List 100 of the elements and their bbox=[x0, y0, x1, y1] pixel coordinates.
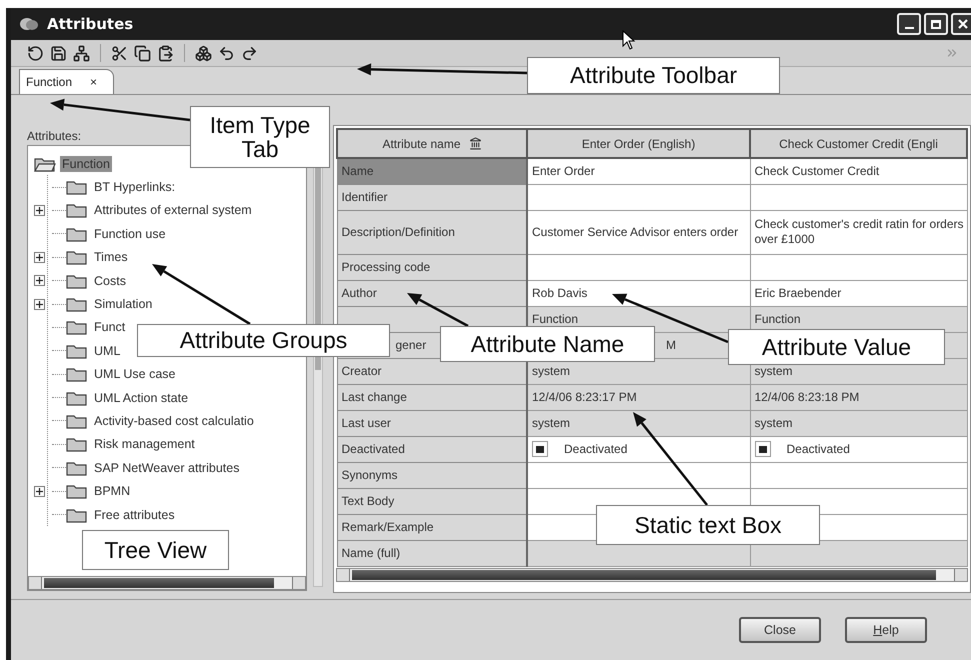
attribute-value-cell[interactable]: Eric Braebender bbox=[750, 280, 967, 306]
expand-toggle[interactable] bbox=[34, 252, 45, 263]
boxes-icon[interactable] bbox=[195, 44, 212, 62]
expand-toggle[interactable] bbox=[34, 486, 45, 497]
close-dialog-button[interactable]: Close bbox=[739, 617, 821, 643]
tree-item[interactable]: Risk management bbox=[92, 436, 197, 452]
tree-item[interactable]: SAP NetWeaver attributes bbox=[92, 460, 242, 476]
annotation-tooltip: Item Type Tab bbox=[190, 106, 330, 168]
cut-icon[interactable] bbox=[111, 44, 128, 62]
folder-icon bbox=[66, 272, 88, 289]
tree-item[interactable]: UML Use case bbox=[92, 366, 178, 382]
redo-icon[interactable] bbox=[241, 44, 258, 62]
attribute-value-cell[interactable] bbox=[527, 462, 750, 488]
attribute-value-cell[interactable] bbox=[750, 254, 967, 280]
annotation-tooltip: Attribute Value bbox=[728, 329, 945, 365]
attribute-value-cell[interactable]: Check customer's credit ratin for orders over £1000 bbox=[750, 210, 967, 254]
folder-icon bbox=[66, 296, 88, 312]
tree-item[interactable]: Times bbox=[92, 249, 130, 266]
attribute-name-cell[interactable]: Last user bbox=[337, 410, 527, 436]
attribute-name-cell[interactable]: Remark/Example bbox=[337, 514, 527, 540]
network-icon[interactable] bbox=[73, 44, 90, 62]
folder-icon bbox=[66, 390, 88, 406]
tree-item[interactable]: Simulation bbox=[92, 296, 154, 312]
folder-icon bbox=[66, 436, 88, 452]
tab[interactable]: Function × bbox=[19, 69, 114, 94]
attribute-name-cell[interactable]: Deactivated bbox=[337, 436, 527, 462]
close-icon bbox=[958, 19, 968, 29]
attribute-name-cell[interactable]: Creator bbox=[337, 358, 527, 384]
tree-item[interactable]: Attributes of external system bbox=[92, 202, 254, 218]
folder-icon bbox=[66, 342, 88, 359]
checkbox[interactable] bbox=[532, 441, 548, 457]
checkbox-label: Deactivated bbox=[786, 442, 850, 456]
maximize-button[interactable] bbox=[924, 13, 948, 35]
tree-item[interactable]: Free attributes bbox=[92, 506, 177, 523]
attribute-value-cell[interactable] bbox=[527, 184, 750, 210]
paste-icon[interactable] bbox=[157, 44, 174, 62]
column-header[interactable]: Check Customer Credit (Engli bbox=[750, 129, 967, 158]
undo-icon[interactable] bbox=[218, 44, 235, 62]
tree-item[interactable]: Function use bbox=[92, 226, 168, 242]
checkbox[interactable] bbox=[754, 441, 770, 457]
help-button[interactable]: Help bbox=[845, 617, 927, 643]
minimize-button[interactable] bbox=[897, 13, 921, 35]
horizontal-scrollbar[interactable] bbox=[336, 568, 968, 582]
tree-item[interactable]: Activity-based cost calculatio bbox=[92, 412, 256, 429]
folder-icon bbox=[66, 460, 88, 476]
annotation-tooltip: Attribute Groups bbox=[137, 324, 390, 357]
expand-toggle[interactable] bbox=[34, 204, 45, 216]
expand-toggle[interactable] bbox=[34, 298, 45, 310]
attribute-name-cell[interactable]: Name bbox=[337, 158, 527, 184]
folder-icon bbox=[66, 483, 88, 500]
tree-item[interactable]: UML Action state bbox=[92, 390, 190, 406]
checkbox-label: Deactivated bbox=[564, 442, 628, 456]
folder-icon bbox=[66, 202, 88, 218]
tree-item[interactable]: Funct bbox=[92, 319, 128, 336]
attribute-name-cell[interactable]: Text Body bbox=[337, 488, 527, 514]
folder-icon bbox=[66, 506, 88, 523]
folder-icon bbox=[66, 226, 88, 242]
folder-icon bbox=[66, 179, 88, 196]
tab-close[interactable]: × bbox=[90, 75, 98, 89]
tree-item[interactable]: Function bbox=[60, 156, 112, 172]
attribute-name-cell[interactable]: Synonyms bbox=[337, 462, 527, 488]
column-header[interactable]: Attribute name bbox=[337, 129, 527, 158]
horizontal-scrollbar[interactable] bbox=[28, 576, 306, 590]
attribute-value-cell: system bbox=[750, 410, 967, 436]
refresh-icon[interactable] bbox=[27, 44, 44, 62]
annotation-tooltip: Attribute Toolbar bbox=[527, 57, 780, 94]
attribute-name-cell[interactable]: Author bbox=[337, 280, 527, 306]
folder-icon bbox=[66, 249, 88, 266]
folder-icon bbox=[66, 366, 88, 382]
column-header[interactable]: Enter Order (English) bbox=[527, 129, 750, 158]
tree-item[interactable]: UML bbox=[92, 342, 122, 359]
attribute-name-cell[interactable]: Identifier bbox=[337, 184, 527, 210]
attribute-value-cell[interactable] bbox=[750, 462, 967, 488]
attribute-value-cell[interactable]: Rob Davis bbox=[527, 280, 750, 306]
folder-icon bbox=[66, 412, 88, 429]
attribute-value-cell[interactable]: Check Customer Credit bbox=[750, 158, 967, 184]
attribute-name-cell[interactable]: Name (full) bbox=[337, 540, 527, 566]
landmark-icon bbox=[468, 136, 482, 150]
close-button[interactable] bbox=[951, 13, 971, 35]
attribute-name-cell[interactable]: Processing code bbox=[337, 254, 527, 280]
attribute-value-cell[interactable]: Enter Order bbox=[527, 158, 750, 184]
cursor-icon bbox=[622, 30, 636, 50]
copy-icon[interactable] bbox=[134, 44, 151, 62]
tree-item[interactable]: BPMN bbox=[92, 483, 132, 500]
tree-item[interactable]: Costs bbox=[92, 272, 128, 289]
attribute-value-cell: 12/4/06 8:23:18 PM bbox=[750, 384, 967, 410]
attribute-value-cell: system bbox=[527, 410, 750, 436]
save-icon[interactable] bbox=[50, 44, 67, 62]
open-folder-icon bbox=[34, 156, 56, 172]
attribute-value-cell[interactable]: Customer Service Advisor enters order bbox=[527, 210, 750, 254]
attribute-name-cell[interactable]: Description/Definition bbox=[337, 210, 527, 254]
attribute-value-cell[interactable]: Deactivated bbox=[750, 436, 967, 462]
tree-item[interactable]: BT Hyperlinks: bbox=[92, 179, 178, 196]
attribute-value-cell[interactable] bbox=[527, 254, 750, 280]
attribute-value-cell[interactable]: Deactivated bbox=[527, 436, 750, 462]
folder-icon bbox=[66, 319, 88, 336]
expand-toggle[interactable] bbox=[34, 275, 45, 286]
attribute-value-cell[interactable] bbox=[750, 184, 967, 210]
annotation-tooltip: Attribute Name bbox=[440, 326, 655, 362]
attribute-name-cell[interactable]: Last change bbox=[337, 384, 527, 410]
